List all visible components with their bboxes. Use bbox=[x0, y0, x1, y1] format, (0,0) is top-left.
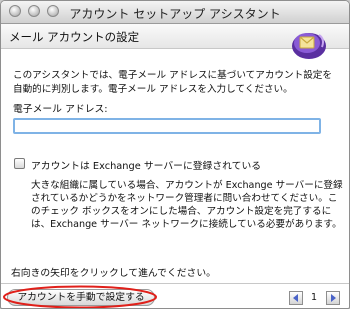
arrow-right-icon bbox=[331, 294, 336, 302]
pager: 1 bbox=[289, 291, 341, 305]
prev-page-button[interactable] bbox=[289, 291, 303, 305]
exchange-checkbox[interactable] bbox=[14, 158, 25, 169]
manual-setup-button[interactable]: アカウントを手動で設定する bbox=[7, 289, 155, 306]
footer-divider bbox=[1, 283, 349, 284]
section-title: メール アカウントの設定 bbox=[9, 30, 140, 44]
navigation-hint: 右向きの矢印をクリックして進んでください。 bbox=[11, 268, 216, 279]
arrow-left-icon bbox=[293, 294, 298, 302]
exchange-description: 大きな組織に属している場合、アカウントが Exchange サーバーに登録されて… bbox=[31, 180, 343, 230]
intro-text: このアシスタントでは、電子メール アドレスに基づいてアカウント設定を自動的に判別… bbox=[13, 70, 332, 95]
email-label: 電子メール アドレス: bbox=[13, 104, 108, 115]
window-title: アカウント セットアップ アシスタント bbox=[69, 7, 281, 21]
page-number: 1 bbox=[310, 292, 318, 303]
title-bar: アカウント セットアップ アシスタント bbox=[1, 1, 349, 24]
exchange-checkbox-label[interactable]: アカウントは Exchange サーバーに登録されている bbox=[31, 158, 261, 172]
next-page-button[interactable] bbox=[326, 291, 340, 305]
email-field[interactable] bbox=[13, 118, 321, 134]
setup-assistant-window: アカウント セットアップ アシスタント メール アカウントの設定 このアシスタン… bbox=[0, 0, 350, 309]
entourage-logo-icon bbox=[292, 33, 326, 59]
